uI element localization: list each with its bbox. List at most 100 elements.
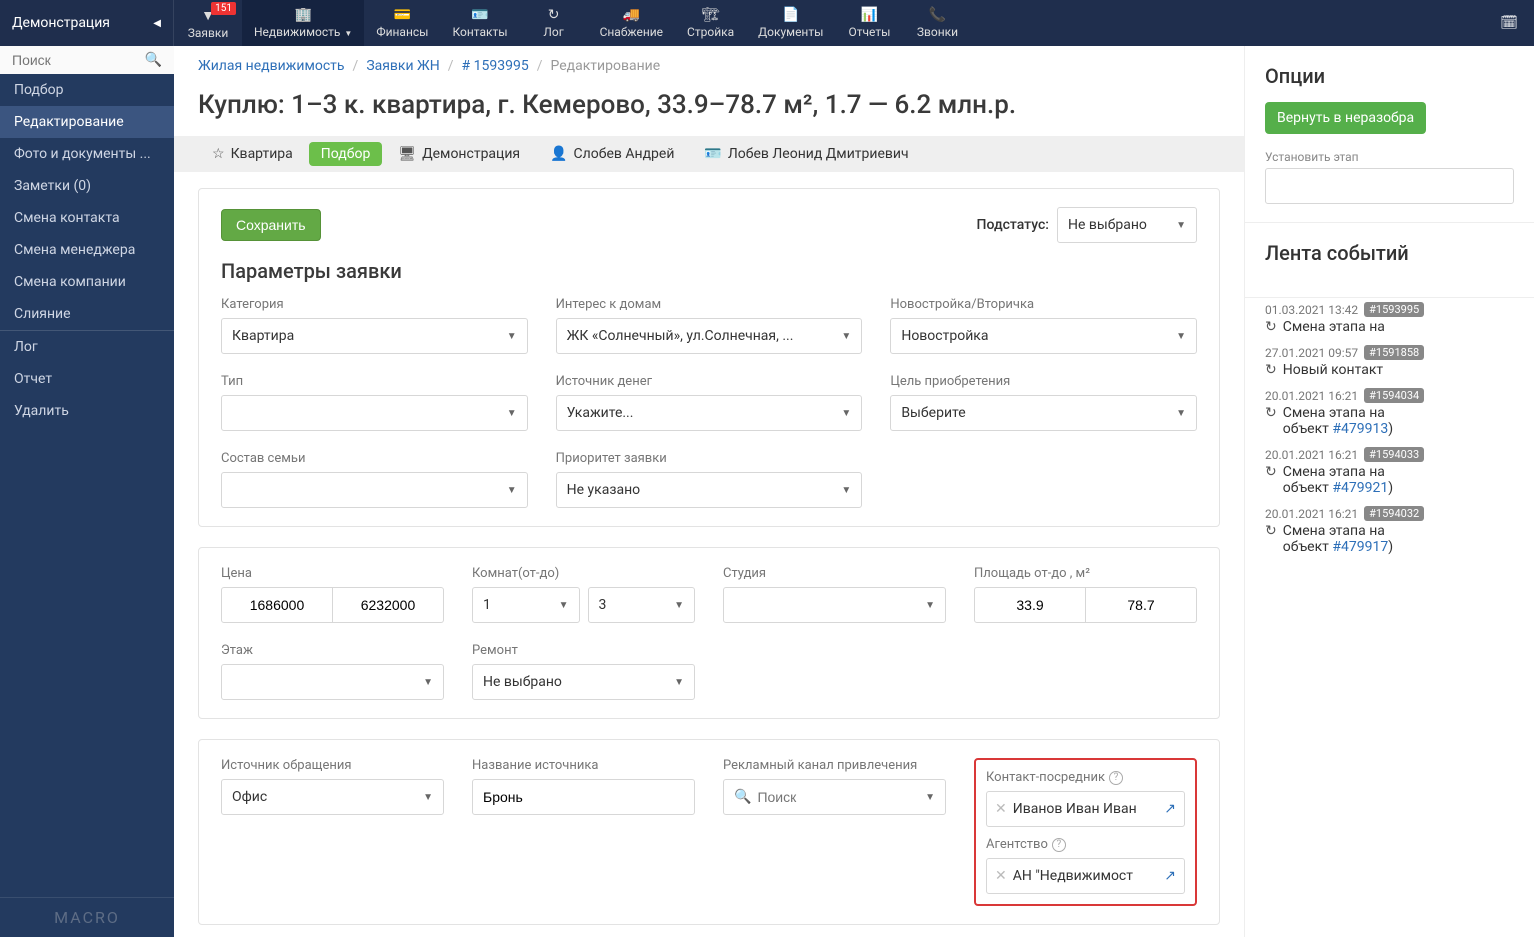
tab-2[interactable]: 🖥Демонстрация [384,136,534,172]
nav-icon: 🏗 [702,7,720,23]
floor-select[interactable]: ▼ [221,664,444,700]
nav-item-1[interactable]: 🏢Недвижимость▼ [242,0,364,46]
tab-1[interactable]: Подбор [309,142,383,166]
sidebar-item-10[interactable]: Удалить [0,395,174,427]
nav-icon: 🪪 [471,7,488,23]
save-button[interactable]: Сохранить [221,209,321,241]
adchannel-input[interactable]: 🔍 ▼ [723,779,946,815]
event-tag[interactable]: #1594032 [1364,506,1424,521]
sidebar-item-0[interactable]: Подбор [0,74,174,106]
sidebar-item-1[interactable]: Редактирование [0,106,174,138]
calendar-icon[interactable]: 🗓 [1500,15,1518,31]
nav-item-7[interactable]: 📄Документы [746,0,835,46]
set-stage-label: Установить этап [1265,150,1514,164]
nav-item-8[interactable]: 📊Отчеты [835,0,903,46]
event-item: 20.01.2021 16:21#1594034↻Смена этапа нао… [1245,384,1534,443]
breadcrumb-link[interactable]: # 1593995 [462,58,529,74]
money-select[interactable]: Укажите...▼ [556,395,863,431]
source-select[interactable]: Офис▼ [221,779,444,815]
price-to-input[interactable] [333,587,444,623]
nav-item-2[interactable]: 💳Финансы [364,0,440,46]
rooms-from-select[interactable]: 1▼ [472,587,580,623]
tab-icon: 🪪 [704,146,721,162]
section-title-params: Параметры заявки [221,259,1197,283]
badge: 151 [211,2,236,15]
area-from-input[interactable] [974,587,1086,623]
event-link[interactable]: #479913 [1332,421,1388,437]
nav-item-0[interactable]: ▼Заявки151 [174,0,242,46]
event-tag[interactable]: #1594033 [1364,447,1424,462]
chevron-down-icon: ▼ [1176,220,1186,231]
tab-4[interactable]: 🪪Лобев Леонид Дмитриевич [690,136,922,172]
close-icon[interactable]: ✕ [995,801,1007,817]
event-link[interactable]: #479921 [1332,480,1388,496]
area-to-input[interactable] [1086,587,1197,623]
type-select[interactable]: ▼ [221,395,528,431]
breadcrumb-link[interactable]: Заявки ЖН [366,58,439,74]
contact-field[interactable]: ✕ Иванов Иван Иван ↗ [986,791,1185,827]
studio-select[interactable]: ▼ [723,587,946,623]
nav-item-9[interactable]: 📞Звонки [903,0,971,46]
logo: MACRO [0,897,174,937]
nav-icon: 📄 [782,7,799,23]
substatus-select[interactable]: Не выбрано ▼ [1057,207,1197,243]
breadcrumb-current: Редактирование [550,58,660,74]
family-select[interactable]: ▼ [221,472,528,508]
interest-select[interactable]: ЖК «Солнечный», ул.Солнечная, ...▼ [556,318,863,354]
sidebar-item-6[interactable]: Смена компании [0,266,174,298]
tab-3[interactable]: 👤Слобев Андрей [536,136,688,172]
search-input[interactable] [12,52,145,68]
priority-select[interactable]: Не указано▼ [556,472,863,508]
srcname-input[interactable] [472,779,695,815]
category-select[interactable]: Квартира▼ [221,318,528,354]
tab-0[interactable]: ☆Квартира [198,136,307,172]
highlighted-fields: Контакт-посредник? ✕ Иванов Иван Иван ↗ … [974,758,1197,906]
nav-item-4[interactable]: ↻Лог [520,0,588,46]
newold-select[interactable]: Новостройка▼ [890,318,1197,354]
sidebar-item-4[interactable]: Смена контакта [0,202,174,234]
price-from-input[interactable] [221,587,333,623]
history-icon: ↻ [1265,319,1277,335]
return-button[interactable]: Вернуть в неразобра [1265,102,1426,134]
nav-item-5[interactable]: 🚚Снабжение [588,0,675,46]
help-icon[interactable]: ? [1109,771,1123,785]
collapse-icon: ◀ [153,18,161,29]
sidebar-item-2[interactable]: Фото и документы ... [0,138,174,170]
event-tag[interactable]: #1593995 [1364,302,1424,317]
sidebar-item-7[interactable]: Слияние [0,298,174,330]
sidebar-search[interactable]: 🔍 [0,46,174,74]
brand-label: Демонстрация [12,15,110,31]
nav-item-6[interactable]: 🏗Стройка [675,0,746,46]
history-icon: ↻ [1265,523,1277,539]
external-link-icon[interactable]: ↗ [1164,801,1176,817]
agency-field[interactable]: ✕ АН "Недвижимост ↗ [986,858,1185,894]
brand-menu[interactable]: Демонстрация ◀ [0,0,174,46]
nav-icon: 💳 [394,7,411,23]
event-link[interactable]: #479917 [1332,539,1388,555]
repair-select[interactable]: Не выбрано▼ [472,664,695,700]
nav-icon: 🚚 [623,7,640,23]
nav-item-3[interactable]: 🪪Контакты [440,0,519,46]
search-icon: 🔍 [145,52,162,68]
history-icon: ↻ [1265,464,1277,480]
event-tag[interactable]: #1594034 [1364,388,1424,403]
set-stage-input[interactable] [1265,168,1514,204]
purpose-select[interactable]: Выберите▼ [890,395,1197,431]
sidebar-item-3[interactable]: Заметки (0) [0,170,174,202]
sidebar-item-8[interactable]: Лог [0,331,174,363]
breadcrumb-link[interactable]: Жилая недвижимость [198,58,345,74]
nav-icon: 📊 [861,7,878,23]
nav-icon: ↻ [548,7,560,23]
history-icon: ↻ [1265,405,1277,421]
page-title: Куплю: 1–3 к. квартира, г. Кемерово, 33.… [174,86,1244,136]
rooms-to-select[interactable]: 3▼ [588,587,696,623]
event-tag[interactable]: #1591858 [1364,345,1424,360]
close-icon[interactable]: ✕ [995,868,1007,884]
sidebar-item-5[interactable]: Смена менеджера [0,234,174,266]
sidebar-item-9[interactable]: Отчет [0,363,174,395]
tab-icon: 🖥 [398,146,416,162]
help-icon[interactable]: ? [1052,838,1066,852]
event-item: 20.01.2021 16:21#1594032↻Смена этапа нао… [1245,502,1534,561]
history-icon: ↻ [1265,362,1277,378]
external-link-icon[interactable]: ↗ [1164,868,1176,884]
